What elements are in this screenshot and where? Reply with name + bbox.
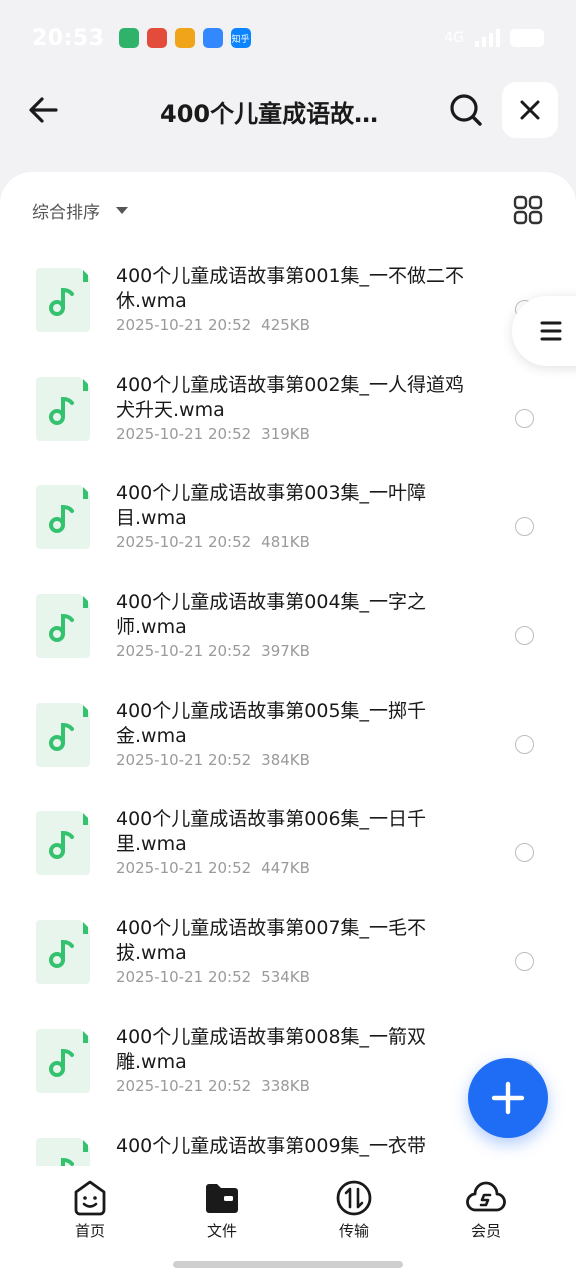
close-icon (520, 100, 540, 120)
file-meta: 2025-10-21 20:52 384KB (116, 751, 310, 769)
file-row[interactable]: 400个儿童成语故事第007集_一毛不拔.wma 2025-10-21 20:52… (0, 902, 576, 1011)
status-app-icons: 知乎 (118, 28, 251, 48)
select-radio[interactable] (515, 517, 534, 537)
file-name: 400个儿童成语故事第001集_一不做二不休.wma (116, 265, 465, 312)
nav-label-home: 首页 (74, 1222, 105, 1240)
close-button[interactable] (502, 82, 558, 138)
side-menu-tab[interactable] (512, 296, 576, 366)
home-face-icon (74, 1180, 106, 1216)
vip-cloud-icon (466, 1181, 506, 1212)
page-title: 400个儿童成语故… (160, 100, 379, 128)
search-button[interactable] (446, 90, 486, 130)
baidu-paw-icon (202, 28, 223, 48)
file-size: 397KB (261, 642, 310, 661)
file-row[interactable]: 400个儿童成语故事第005集_一掷千金.wma 2025-10-21 20:52… (0, 685, 576, 794)
music-file-icon (36, 920, 90, 985)
file-name: 400个儿童成语故事第003集_一叶障目.wma (116, 482, 427, 530)
music-file-icon (36, 594, 90, 659)
green-app-icon (118, 28, 139, 48)
music-file-icon (36, 376, 90, 441)
select-radio[interactable] (515, 843, 534, 863)
file-meta: 2025-10-21 20:52 425KB (116, 316, 310, 334)
nav-item-vip[interactable]: 会员 (446, 1178, 526, 1241)
select-radio[interactable] (515, 408, 534, 428)
file-date: 2025-10-21 20:52 (116, 642, 252, 661)
sort-label: 综合排序 (32, 203, 100, 223)
signal-icon (475, 29, 500, 47)
file-size: 425KB (261, 316, 310, 334)
back-arrow-icon (29, 97, 58, 123)
grid-view-button[interactable] (512, 194, 544, 226)
music-file-icon (36, 811, 90, 876)
file-meta: 2025-10-21 20:52 481KB (116, 533, 310, 551)
file-name: 400个儿童成语故事第006集_一日千里.wma (116, 808, 427, 856)
network-label: 4G (444, 30, 464, 46)
status-bar: 20:53 知乎 4G (0, 0, 576, 76)
header: 400个儿童成语故… (0, 76, 576, 172)
nav-label-vip: 会员 (470, 1222, 501, 1240)
transfer-icon (336, 1180, 372, 1216)
select-radio[interactable] (515, 952, 534, 972)
file-size: 447KB (261, 859, 310, 878)
file-name: 400个儿童成语故事第008集_一箭双雕.wma (116, 1025, 427, 1073)
file-list: 400个儿童成语故事第001集_一不做二不休.wma 2025-10-21 20:… (0, 250, 576, 1172)
file-name: 400个儿童成语故事第004集_一字之师.wma (116, 591, 427, 639)
music-file-icon (36, 485, 90, 550)
file-size: 384KB (261, 750, 310, 769)
file-date: 2025-10-21 20:52 (116, 968, 252, 987)
file-size: 481KB (261, 533, 310, 552)
file-meta: 2025-10-21 20:52 397KB (116, 642, 310, 660)
add-button[interactable] (468, 1058, 548, 1138)
nav-item-files[interactable]: 文件 (182, 1178, 262, 1241)
file-row[interactable]: 400个儿童成语故事第002集_一人得道鸡犬升天.wma 2025-10-21 2… (0, 359, 576, 468)
file-date: 2025-10-21 20:52 (116, 750, 252, 769)
file-name: 400个儿童成语故事第007集_一毛不拔.wma (116, 917, 427, 965)
plus-icon (491, 1081, 525, 1115)
file-name: 400个儿童成语故事第009集_一衣带 (116, 1134, 427, 1157)
nav-label-transfer: 传输 (338, 1222, 369, 1240)
caret-down-icon (116, 207, 128, 214)
file-size: 319KB (261, 424, 310, 443)
file-name: 400个儿童成语故事第002集_一人得道鸡犬升天.wma (116, 373, 465, 421)
yellow-app-icon (174, 28, 195, 48)
file-size: 338KB (261, 1076, 310, 1095)
select-radio[interactable] (515, 734, 534, 754)
music-file-icon (36, 268, 90, 332)
file-row[interactable]: 400个儿童成语故事第004集_一字之师.wma 2025-10-21 20:52… (0, 576, 576, 685)
back-button[interactable] (24, 90, 64, 130)
file-name: 400个儿童成语故事第005集_一掷千金.wma (116, 699, 427, 747)
menu-lines-icon (540, 321, 562, 341)
file-date: 2025-10-21 20:52 (116, 424, 252, 443)
zhihu-icon: 知乎 (230, 28, 251, 48)
status-time: 20:53 (32, 25, 105, 51)
folder-icon (206, 1184, 238, 1213)
file-meta: 2025-10-21 20:52 447KB (116, 859, 310, 877)
nav-item-transfer[interactable]: 传输 (314, 1178, 394, 1241)
status-indicators: 4G (444, 29, 544, 47)
search-icon (450, 94, 482, 126)
music-file-icon (36, 702, 90, 767)
file-date: 2025-10-21 20:52 (116, 1076, 252, 1095)
file-row[interactable]: 400个儿童成语故事第003集_一叶障目.wma 2025-10-21 20:52… (0, 467, 576, 576)
file-row[interactable]: 400个儿童成语故事第001集_一不做二不休.wma 2025-10-21 20:… (0, 250, 576, 359)
nav-label-files: 文件 (206, 1222, 237, 1240)
home-indicator[interactable] (173, 1261, 403, 1268)
file-date: 2025-10-21 20:52 (116, 533, 252, 552)
file-list-panel: 综合排序 400个儿童成语故事第001集_一不做二不休.wma 2025-10-2… (0, 172, 576, 1172)
file-size: 534KB (261, 968, 310, 987)
file-meta: 2025-10-21 20:52 319KB (116, 425, 310, 443)
file-meta: 2025-10-21 20:52 534KB (116, 968, 310, 986)
sort-dropdown[interactable]: 综合排序 (32, 198, 128, 223)
file-row[interactable]: 400个儿童成语故事第006集_一日千里.wma 2025-10-21 20:52… (0, 793, 576, 902)
nav-item-home[interactable]: 首页 (50, 1178, 130, 1241)
file-date: 2025-10-21 20:52 (116, 859, 252, 878)
red-app-icon (146, 28, 167, 48)
grid-view-icon (513, 195, 543, 225)
file-date: 2025-10-21 20:52 (116, 316, 252, 334)
battery-icon (510, 29, 544, 47)
music-file-icon (36, 1028, 90, 1093)
select-radio[interactable] (515, 626, 534, 646)
file-meta: 2025-10-21 20:52 338KB (116, 1077, 310, 1095)
